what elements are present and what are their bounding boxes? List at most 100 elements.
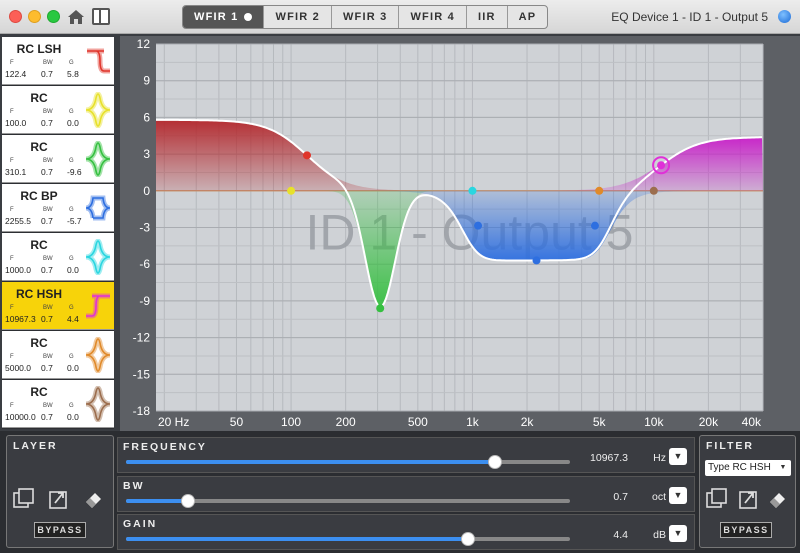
filter-title: FILTER: [706, 440, 754, 452]
frequency-value[interactable]: 10967.3: [590, 452, 628, 464]
minimize-window-button[interactable]: [28, 10, 41, 23]
frequency-slider-knob[interactable]: [487, 455, 502, 469]
band-item[interactable]: RC HSH F BW G 10967.3 0.7 4.4: [2, 282, 114, 330]
band-bw-header: BW: [43, 207, 53, 213]
band-handle-left: [474, 221, 483, 230]
bw-slider[interactable]: [126, 494, 570, 508]
x-tick-label: 1k: [466, 415, 480, 429]
x-tick-label: 200: [336, 415, 356, 429]
eraser-icon[interactable]: [82, 487, 106, 511]
copy-icon[interactable]: [12, 487, 36, 511]
filter-type-label: Type RC HSH: [708, 462, 771, 473]
eq-graph[interactable]: ID 1 - Output 5129630-3-6-9-12-15-1820 H…: [120, 36, 800, 431]
x-tick-label: 100: [281, 415, 301, 429]
band-f-value: 310.1: [5, 167, 27, 177]
filter-type-chevron-icon: ▼: [779, 464, 787, 471]
close-window-button[interactable]: [9, 10, 22, 23]
band-bw-header: BW: [43, 256, 53, 262]
band-g-header: G: [69, 256, 74, 262]
filter-copy-icon[interactable]: [705, 487, 729, 511]
y-tick-label: -9: [139, 294, 150, 308]
band-f-header: F: [10, 354, 14, 360]
y-tick-label: -18: [133, 404, 151, 418]
band-name: RC: [30, 140, 48, 154]
band-filter-shape-icon: [85, 386, 111, 422]
band-name: RC BP: [20, 189, 58, 203]
band-item[interactable]: RC F BW G 310.1 0.7 -9.6: [2, 135, 114, 183]
sidebar-toggle-icon[interactable]: [92, 8, 110, 25]
band-item[interactable]: RC F BW G 1000.0 0.7 0.0: [2, 233, 114, 281]
band-bw-value: 0.7: [41, 314, 53, 324]
band-item[interactable]: RC LSH F BW G 122.4 0.7 5.8: [2, 37, 114, 85]
band-f-header: F: [10, 158, 14, 164]
filter-type-select[interactable]: Type RC HSH ▼: [705, 460, 791, 476]
band-bw-header: BW: [43, 305, 53, 311]
filter-tabs: WFIR 1 WFIR 2 WFIR 3 WFIR 4 IIR AP: [182, 5, 549, 29]
frequency-unit: Hz: [653, 452, 666, 464]
y-tick-label: -15: [133, 367, 151, 381]
tab-wfir-3[interactable]: WFIR 3: [332, 6, 400, 28]
band-bw-header: BW: [43, 403, 53, 409]
x-tick-label: 20k: [699, 415, 719, 429]
band-item[interactable]: RC F BW G 10000.0 0.7 0.0: [2, 380, 114, 428]
tab-iir[interactable]: IIR: [467, 6, 508, 28]
y-tick-label: 6: [143, 110, 150, 124]
gain-value[interactable]: 4.4: [613, 529, 628, 541]
band-g-value: 0.0: [67, 363, 79, 373]
band-item[interactable]: RC F BW G 5000.0 0.7 0.0: [2, 331, 114, 379]
band-bw-value: 0.7: [41, 167, 53, 177]
band-g-header: G: [69, 109, 74, 115]
globe-icon[interactable]: [778, 10, 791, 23]
band-handle: [649, 186, 658, 195]
filter-paste-icon[interactable]: [737, 487, 761, 511]
band-g-header: G: [69, 305, 74, 311]
home-icon[interactable]: [66, 7, 86, 27]
band-handle: [376, 304, 385, 313]
filter-bypass-button[interactable]: BYPASS: [720, 522, 772, 538]
band-g-header: G: [69, 354, 74, 360]
band-bw-value: 0.7: [41, 118, 53, 128]
band-name: RC: [30, 385, 48, 399]
band-g-value: 5.8: [67, 69, 79, 79]
band-name: RC: [30, 238, 48, 252]
band-filter-shape-icon: [85, 195, 111, 221]
frequency-slider[interactable]: [126, 455, 570, 469]
gain-dropdown-chevron-icon[interactable]: ▼: [669, 525, 687, 542]
band-f-value: 5000.0: [5, 363, 31, 373]
band-name: RC HSH: [15, 287, 62, 301]
band-handle: [302, 151, 311, 160]
band-filter-shape-icon: [85, 92, 111, 128]
tab-ap[interactable]: AP: [508, 6, 548, 28]
tab-wfir-1[interactable]: WFIR 1: [183, 6, 265, 28]
filter-eraser-icon[interactable]: [766, 487, 790, 511]
maximize-window-button[interactable]: [47, 10, 60, 23]
layer-bypass-button[interactable]: BYPASS: [34, 522, 86, 538]
band-g-value: 0.0: [67, 118, 79, 128]
tab-wfir-2[interactable]: WFIR 2: [264, 6, 332, 28]
x-tick-label: 40k: [742, 415, 762, 429]
gain-slider-knob[interactable]: [460, 532, 475, 546]
eq-curve-plot[interactable]: ID 1 - Output 5129630-3-6-9-12-15-1820 H…: [120, 36, 800, 431]
band-bw-header: BW: [43, 109, 53, 115]
band-f-value: 100.0: [5, 118, 27, 128]
band-item[interactable]: RC BP F BW G 2255.5 0.7 -5.7: [2, 184, 114, 232]
bw-unit: oct: [651, 491, 666, 503]
band-name: RC: [30, 91, 48, 105]
bw-dropdown-chevron-icon[interactable]: ▼: [669, 487, 687, 504]
bw-value[interactable]: 0.7: [613, 491, 628, 503]
y-tick-label: -12: [133, 331, 151, 345]
band-g-value: -5.7: [67, 216, 82, 226]
y-tick-label: 9: [143, 74, 150, 88]
frequency-dropdown-chevron-icon[interactable]: ▼: [669, 448, 687, 465]
band-f-header: F: [10, 256, 14, 262]
y-tick-label: 3: [143, 147, 150, 161]
layer-title: LAYER: [13, 440, 58, 452]
y-tick-label: -3: [139, 221, 150, 235]
gain-slider[interactable]: [126, 532, 570, 546]
bw-slider-knob[interactable]: [181, 494, 196, 508]
y-tick-label: 0: [143, 184, 150, 198]
band-item[interactable]: RC F BW G 100.0 0.7 0.0: [2, 86, 114, 134]
paste-icon[interactable]: [47, 487, 71, 511]
band-bw-value: 0.7: [41, 363, 53, 373]
tab-wfir-4[interactable]: WFIR 4: [399, 6, 467, 28]
